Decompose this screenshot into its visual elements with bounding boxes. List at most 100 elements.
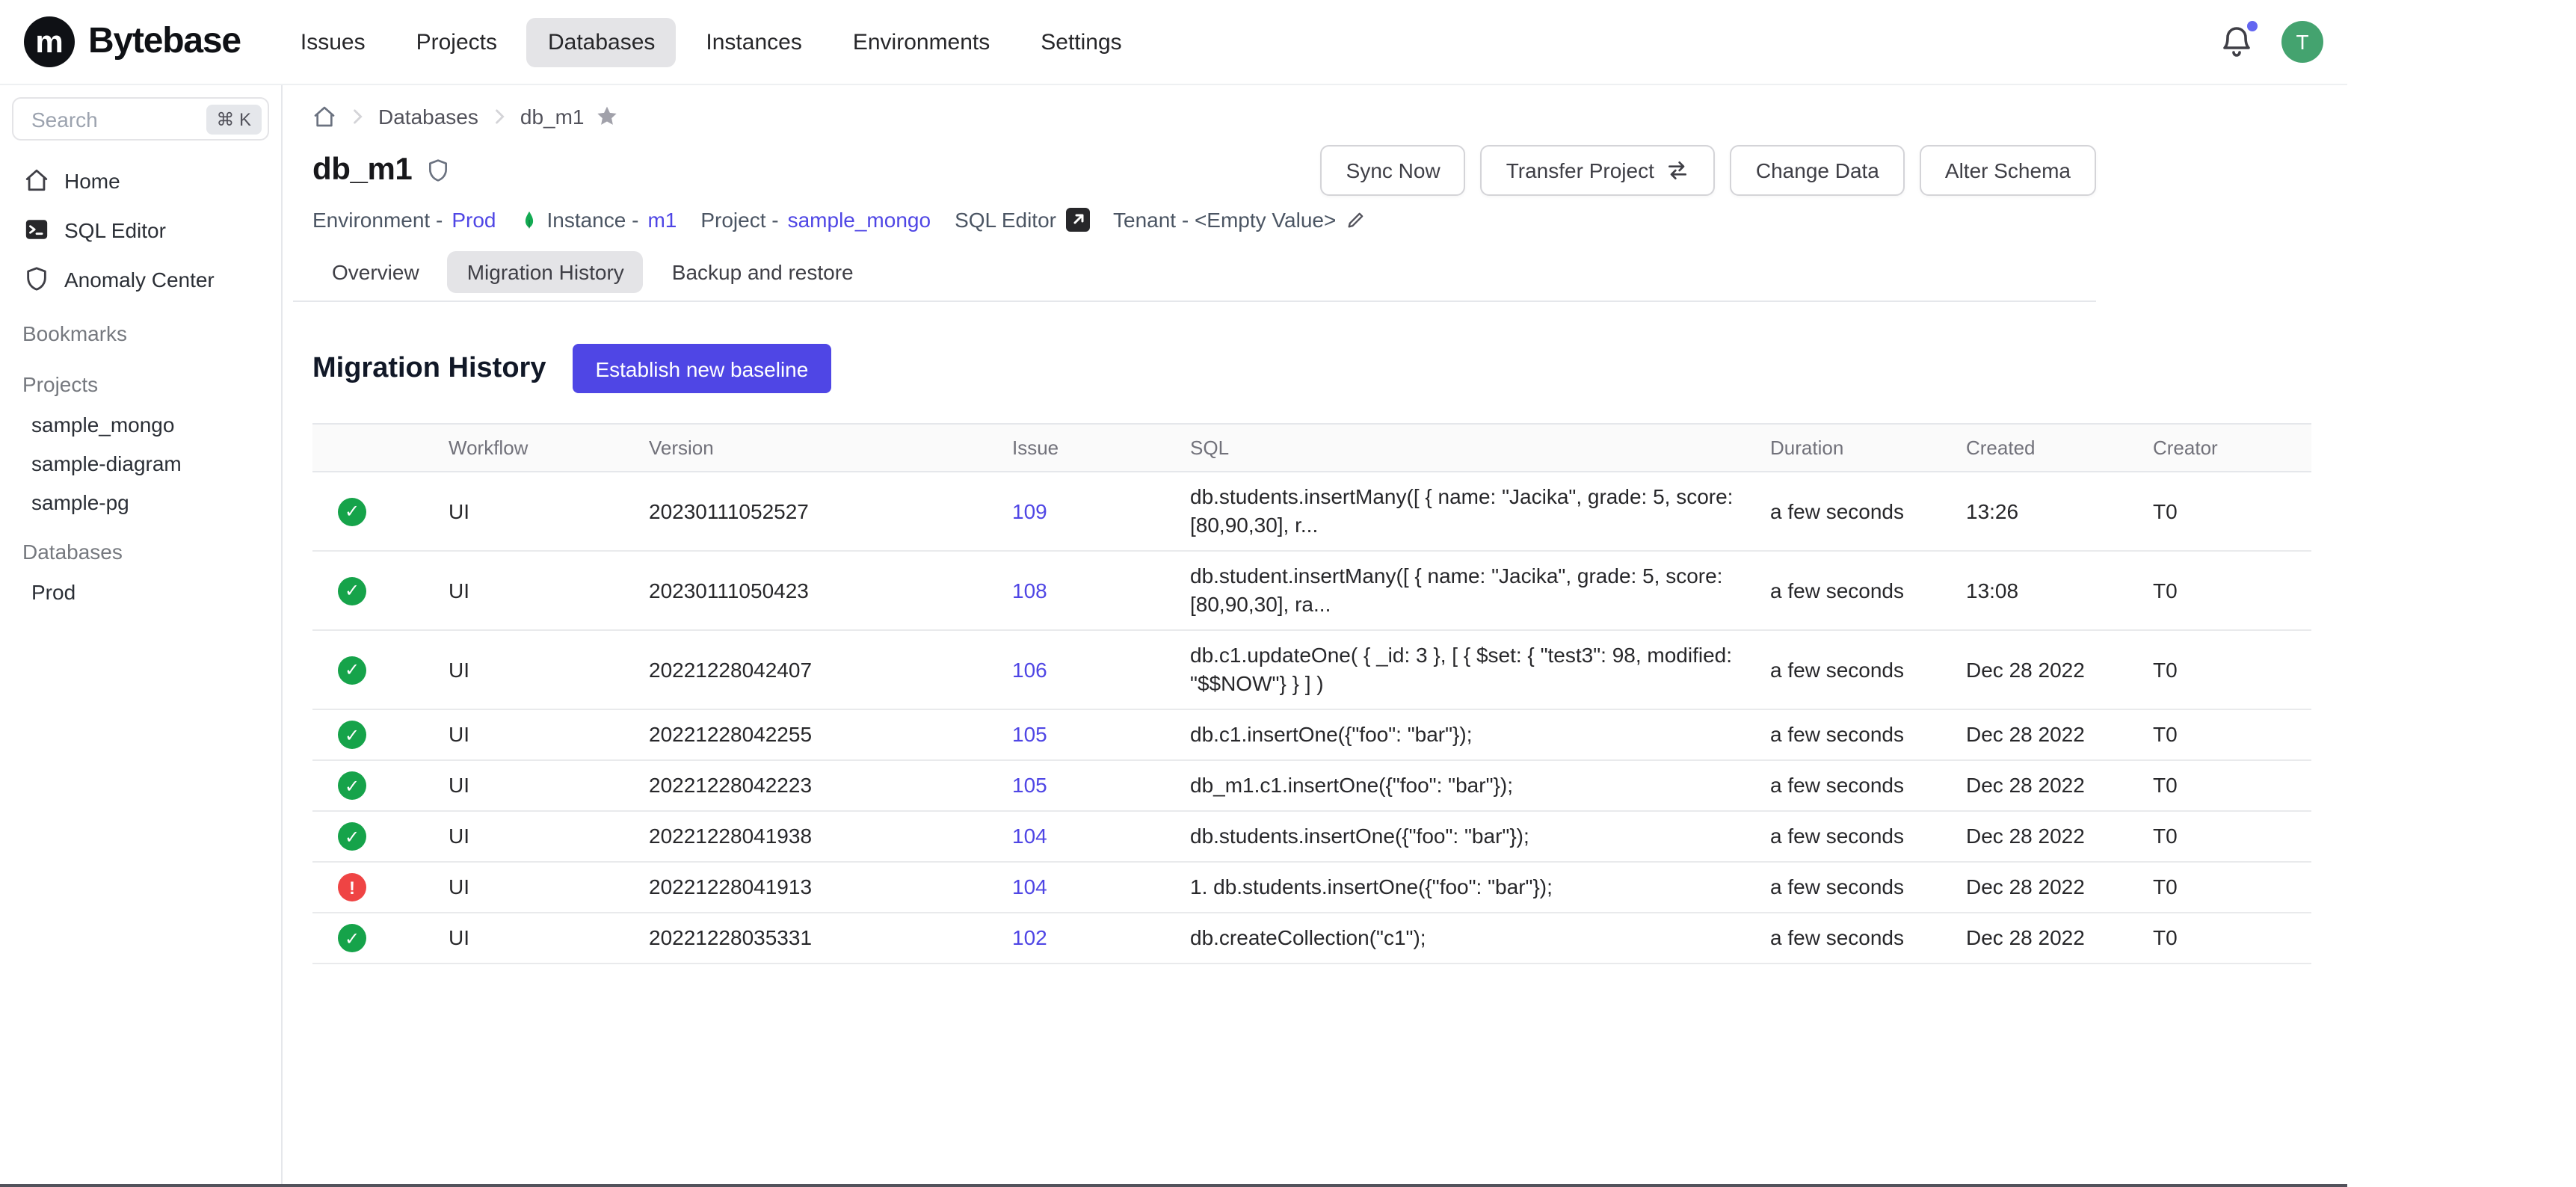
tab-backup-and-restore[interactable]: Backup and restore [653,251,873,293]
screen: m Bytebase Issues Projects Databases Ins… [0,0,2576,1187]
sql-editor-link[interactable]: SQL Editor [955,208,1089,232]
table-row[interactable]: ✓ UI 20221228042407 106 db.c1.updateOne(… [312,630,2311,709]
success-icon: ✓ [338,497,366,525]
created-cell: Dec 28 2022 [1966,630,2153,709]
chevron-right-icon [347,106,368,127]
duration-cell: a few seconds [1770,811,1966,862]
sidebar-item-sql-editor[interactable]: SQL Editor [0,205,281,254]
tenant-meta: Tenant - <Empty Value> [1113,208,1366,232]
sql-cell: db.students.insertMany([ { name: "Jacika… [1190,472,1770,551]
success-icon: ✓ [338,924,366,952]
nav-item-instances[interactable]: Instances [685,17,822,67]
table-row[interactable]: ✓ UI 20230111050423 108 db.student.inser… [312,551,2311,630]
sidebar-item-home[interactable]: Home [0,155,281,205]
column-header-issue: Issue [1012,424,1190,472]
transfer-icon [1666,158,1690,182]
star-icon[interactable] [595,105,619,129]
success-icon: ✓ [338,576,366,605]
creator-cell: T0 [2153,551,2311,630]
version-cell: 20221228041913 [649,862,1012,913]
sidebar-project-sample-pg[interactable]: sample-pg [0,483,281,522]
sql-cell: db.c1.insertOne({"foo": "bar"}); [1190,709,1770,760]
sidebar-project-sample-diagram[interactable]: sample-diagram [0,444,281,483]
table-row[interactable]: ✓ UI 20221228035331 102 db.createCollect… [312,913,2311,964]
bytebase-logo[interactable]: m Bytebase [24,16,241,67]
tab-overview[interactable]: Overview [312,251,439,293]
nav-item-environments[interactable]: Environments [832,17,1011,67]
tab-bar: Overview Migration History Backup and re… [312,251,2096,293]
success-icon: ✓ [338,822,366,851]
sidebar-item-anomaly-center[interactable]: Anomaly Center [0,254,281,303]
duration-cell: a few seconds [1770,913,1966,964]
table-row[interactable]: ✓ UI 20221228042223 105 db_m1.c1.insertO… [312,760,2311,811]
breadcrumb-databases[interactable]: Databases [378,105,478,129]
issue-link[interactable]: 108 [1012,578,1047,602]
workflow-cell: UI [449,913,649,964]
table-row[interactable]: ✓ UI 20221228042255 105 db.c1.insertOne(… [312,709,2311,760]
column-header-creator: Creator [2153,424,2311,472]
migration-table-body: ✓ UI 20230111052527 109 db.students.inse… [312,472,2311,964]
version-cell: 20221228035331 [649,913,1012,964]
issue-link[interactable]: 105 [1012,773,1047,797]
section-title: Migration History [312,352,546,385]
migration-table: Workflow Version Issue SQL Duration Crea… [312,423,2311,964]
app-window: m Bytebase Issues Projects Databases Ins… [0,0,2347,1187]
table-row[interactable]: ✓ UI 20230111052527 109 db.students.inse… [312,472,2311,551]
action-buttons: Sync Now Transfer Project Change Data Al… [1321,145,2096,196]
sidebar-item-label: SQL Editor [64,218,166,241]
error-icon: ! [338,873,366,901]
duration-cell: a few seconds [1770,862,1966,913]
nav-item-issues[interactable]: Issues [280,17,386,67]
notification-dot [2247,21,2258,31]
duration-cell: a few seconds [1770,472,1966,551]
sql-cell: db_m1.c1.insertOne({"foo": "bar"}); [1190,760,1770,811]
search-box: ⌘ K [12,97,269,141]
table-row[interactable]: ! UI 20221228041913 104 1. db.students.i… [312,862,2311,913]
creator-cell: T0 [2153,760,2311,811]
home-icon[interactable] [312,105,336,129]
tab-migration-history[interactable]: Migration History [448,251,644,293]
alter-schema-button[interactable]: Alter Schema [1920,145,2096,196]
shield-icon [425,158,449,182]
nav-item-databases[interactable]: Databases [527,17,676,67]
sidebar: ⌘ K Home SQL Editor [0,85,283,1184]
column-header-created: Created [1966,424,2153,472]
issue-link[interactable]: 105 [1012,722,1047,746]
sidebar-database-prod[interactable]: Prod [0,573,281,611]
environment-link[interactable]: Prod [452,208,496,232]
column-header-version: Version [649,424,1012,472]
nav-item-settings[interactable]: Settings [1020,17,1142,67]
success-icon: ✓ [338,771,366,800]
duration-cell: a few seconds [1770,551,1966,630]
user-avatar[interactable]: T [2281,21,2323,63]
issue-link[interactable]: 106 [1012,657,1047,681]
search-input[interactable] [28,105,200,132]
project-link[interactable]: sample_mongo [788,208,931,232]
issue-link[interactable]: 109 [1012,499,1047,522]
issue-link[interactable]: 104 [1012,824,1047,848]
nav-item-projects[interactable]: Projects [395,17,518,67]
avatar-initial: T [2296,30,2308,54]
issue-link[interactable]: 104 [1012,875,1047,898]
edit-pencil-icon[interactable] [1345,209,1366,230]
version-cell: 20221228042223 [649,760,1012,811]
project-meta: Project - sample_mongo [700,208,931,232]
table-row[interactable]: ✓ UI 20221228041938 104 db.students.inse… [312,811,2311,862]
external-link-icon [1065,208,1089,232]
sidebar-project-sample-mongo[interactable]: sample_mongo [0,405,281,444]
instance-meta: Instance - m1 [520,208,677,232]
issue-link[interactable]: 102 [1012,925,1047,949]
establish-baseline-button[interactable]: Establish new baseline [573,344,831,393]
breadcrumb: Databases db_m1 [312,103,2096,130]
main-content: Databases db_m1 db_m1 Sync Now Transfer … [283,85,2117,1184]
change-data-button[interactable]: Change Data [1731,145,1905,196]
workflow-cell: UI [449,760,649,811]
sync-now-button[interactable]: Sync Now [1321,145,1466,196]
main-nav: Issues Projects Databases Instances Envi… [280,17,1143,67]
creator-cell: T0 [2153,862,2311,913]
notification-bell[interactable] [2219,24,2255,60]
transfer-project-button[interactable]: Transfer Project [1481,145,1716,196]
creator-cell: T0 [2153,811,2311,862]
version-cell: 20221228041938 [649,811,1012,862]
instance-link[interactable]: m1 [647,208,677,232]
